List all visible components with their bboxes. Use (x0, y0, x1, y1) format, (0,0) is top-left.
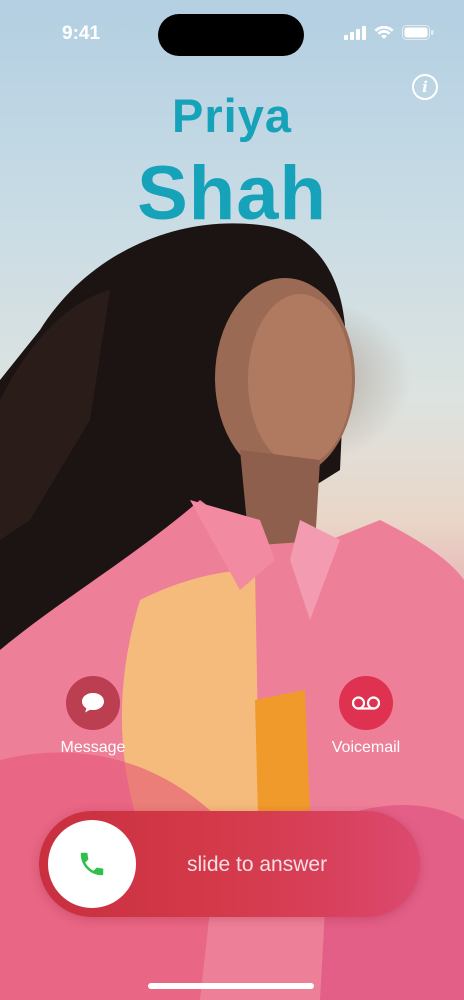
battery-icon (402, 25, 434, 40)
status-icons (344, 25, 434, 40)
phone-icon (80, 852, 104, 876)
home-indicator[interactable] (148, 983, 314, 989)
message-button[interactable] (66, 676, 120, 730)
voicemail-label: Voicemail (331, 739, 401, 756)
slide-to-answer-label: slide to answer (187, 853, 328, 876)
status-time: 9:41 (62, 23, 101, 44)
slide-to-answer-track[interactable]: slide to answer (39, 811, 420, 917)
signal-icon (344, 25, 366, 40)
caller-last-name: Shah (137, 151, 327, 236)
answer-knob[interactable] (48, 820, 136, 908)
dynamic-island (158, 14, 304, 56)
message-label: Message (60, 739, 126, 756)
voicemail-icon (351, 696, 381, 710)
incoming-call-screen: 9:41 i Priya Shah Message Voicemail slid… (0, 0, 464, 1000)
wifi-icon (374, 25, 394, 39)
message-bubble-icon (82, 693, 104, 713)
voicemail-button[interactable] (339, 676, 393, 730)
caller-first-name: Priya (172, 89, 292, 142)
voicemail-action[interactable]: Voicemail (306, 676, 426, 757)
message-action[interactable]: Message (33, 676, 153, 757)
